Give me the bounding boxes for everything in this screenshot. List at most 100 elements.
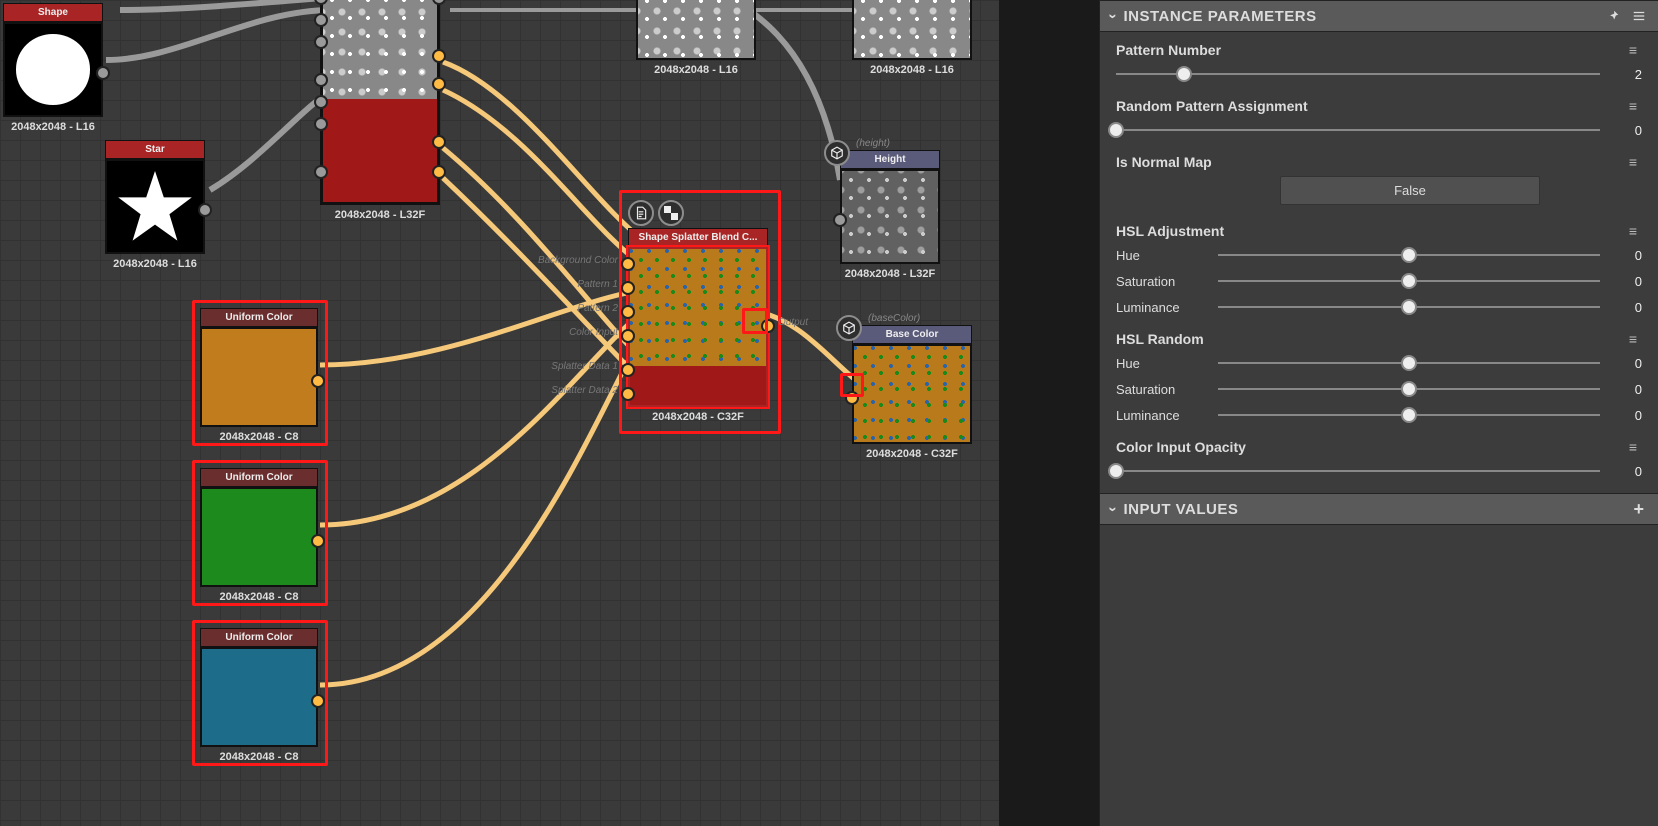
param-menu-icon[interactable]: ≡ — [1624, 98, 1642, 114]
output-port[interactable] — [198, 203, 212, 217]
chevron-down-icon: › — [1104, 13, 1121, 19]
badge-label: (height) — [856, 138, 890, 149]
node-base-color[interactable]: (baseColor) Base Color 2048x2048 - C32F — [852, 325, 972, 460]
node-header: Height — [840, 150, 940, 169]
param-menu-icon[interactable]: ≡ — [1624, 223, 1642, 239]
node-caption: 2048x2048 - L16 — [3, 117, 103, 133]
section-input-values[interactable]: › INPUT VALUES + — [1100, 493, 1658, 525]
output-port[interactable] — [311, 374, 325, 388]
node-header: Star — [105, 140, 205, 159]
node-uniform-color-1[interactable]: Uniform Color 2048x2048 - C8 — [200, 308, 318, 443]
node-preview-circle — [5, 24, 101, 115]
param-menu-icon[interactable]: ≡ — [1624, 42, 1642, 58]
output-port[interactable] — [311, 534, 325, 548]
param-value: 0 — [1612, 248, 1642, 263]
menu-icon[interactable] — [1630, 7, 1648, 25]
node-preview-red — [323, 99, 437, 202]
input-port-sd1[interactable] — [621, 363, 635, 377]
node-shape-splatter-blend[interactable]: Shape Splatter Blend C... Background Col… — [628, 220, 768, 423]
slider-random-pattern[interactable] — [1116, 122, 1600, 138]
param-label: Color Input Opacity — [1116, 439, 1246, 455]
input-port[interactable] — [314, 73, 328, 87]
input-port-bg[interactable] — [621, 257, 635, 271]
input-port[interactable] — [314, 117, 328, 131]
node-header: Base Color — [852, 325, 972, 344]
node-shape[interactable]: Shape 2048x2048 - L16 — [3, 3, 103, 133]
input-port-p1[interactable] — [621, 281, 635, 295]
param-value: 0 — [1612, 382, 1642, 397]
node-star[interactable]: Star 2048x2048 - L16 — [105, 140, 205, 270]
node-noise-b[interactable]: 2048x2048 - L16 — [852, 0, 972, 76]
param-random-pattern: Random Pattern Assignment ≡ — [1100, 88, 1658, 118]
input-port[interactable] — [314, 13, 328, 27]
input-port[interactable] — [314, 35, 328, 49]
param-pattern-number: Pattern Number ≡ — [1100, 32, 1658, 62]
param-menu-icon[interactable]: ≡ — [1624, 154, 1642, 170]
node-header: Uniform Color — [200, 308, 318, 327]
input-port[interactable] — [845, 391, 859, 405]
color-swatch — [202, 649, 316, 745]
param-menu-icon[interactable]: ≡ — [1624, 439, 1642, 455]
node-uniform-color-3[interactable]: Uniform Color 2048x2048 - C8 — [200, 628, 318, 763]
param-label: Hue — [1116, 356, 1206, 371]
node-caption: 2048x2048 - L32F — [840, 264, 940, 280]
slider-hslrnd-lum[interactable] — [1218, 407, 1600, 423]
input-port-p2[interactable] — [621, 305, 635, 319]
output-port[interactable] — [432, 77, 446, 91]
output-port[interactable] — [432, 49, 446, 63]
param-label: Is Normal Map — [1116, 154, 1212, 170]
output-port[interactable] — [96, 66, 110, 80]
node-uniform-color-2[interactable]: Uniform Color 2048x2048 - C8 — [200, 468, 318, 603]
section-instance-parameters[interactable]: › INSTANCE PARAMETERS — [1100, 0, 1658, 32]
document-icon — [628, 200, 654, 226]
node-preview-noise — [854, 0, 970, 58]
slider-hslrnd-sat[interactable] — [1218, 381, 1600, 397]
output-port[interactable] — [761, 319, 775, 333]
param-label: Saturation — [1116, 382, 1206, 397]
node-header: Shape Splatter Blend C... — [628, 228, 768, 247]
port-label: Pattern 1 — [577, 279, 618, 290]
output-port[interactable] — [311, 694, 325, 708]
port-label: Splatter Data 1 — [551, 361, 618, 372]
param-label: Luminance — [1116, 408, 1206, 423]
node-caption: 2048x2048 - L16 — [852, 60, 972, 76]
slider-hslrnd-hue[interactable] — [1218, 355, 1600, 371]
slider-hsladj-hue[interactable] — [1218, 247, 1600, 263]
param-menu-icon[interactable]: ≡ — [1624, 331, 1642, 347]
node-noise-a[interactable]: 2048x2048 - L16 — [636, 0, 756, 76]
toggle-is-normal-map[interactable]: False — [1280, 176, 1540, 205]
node-preview-splatter — [630, 249, 766, 366]
param-color-input-opacity: Color Input Opacity ≡ — [1100, 429, 1658, 459]
cube-icon[interactable] — [824, 140, 850, 166]
group-hsl-adjustment: HSL Adjustment ≡ — [1100, 213, 1658, 243]
slider-hsladj-sat[interactable] — [1218, 273, 1600, 289]
input-port[interactable] — [314, 95, 328, 109]
cube-icon[interactable] — [836, 315, 862, 341]
section-title: INPUT VALUES — [1124, 501, 1239, 518]
node-caption: 2048x2048 - C8 — [200, 427, 318, 443]
input-port-color[interactable] — [621, 329, 635, 343]
add-icon[interactable]: + — [1630, 500, 1648, 518]
input-port[interactable] — [314, 165, 328, 179]
input-port[interactable] — [833, 213, 847, 227]
connection-layer — [0, 0, 999, 826]
pin-icon[interactable] — [1604, 7, 1622, 25]
param-value: 0 — [1612, 123, 1642, 138]
properties-panel[interactable]: › INSTANCE PARAMETERS Pattern Number ≡ 2… — [1099, 0, 1658, 826]
param-value: 0 — [1612, 356, 1642, 371]
node-graph-canvas[interactable]: Shape 2048x2048 - L16 Star 2048x2048 - L… — [0, 0, 999, 826]
output-port[interactable] — [432, 165, 446, 179]
output-port[interactable] — [432, 135, 446, 149]
param-is-normal-map: Is Normal Map ≡ — [1100, 144, 1658, 174]
chevron-down-icon: › — [1104, 506, 1121, 512]
node-height[interactable]: (height) Height 2048x2048 - L32F — [840, 150, 940, 280]
param-value: 0 — [1612, 274, 1642, 289]
slider-pattern-number[interactable] — [1116, 66, 1600, 82]
checker-icon — [658, 200, 684, 226]
slider-hsladj-lum[interactable] — [1218, 299, 1600, 315]
slider-color-opacity[interactable] — [1116, 463, 1600, 479]
param-label: Random Pattern Assignment — [1116, 98, 1308, 114]
node-large-generator[interactable]: 2048x2048 - L32F — [320, 0, 440, 221]
input-port-sd2[interactable] — [621, 387, 635, 401]
node-header: Shape — [3, 3, 103, 22]
